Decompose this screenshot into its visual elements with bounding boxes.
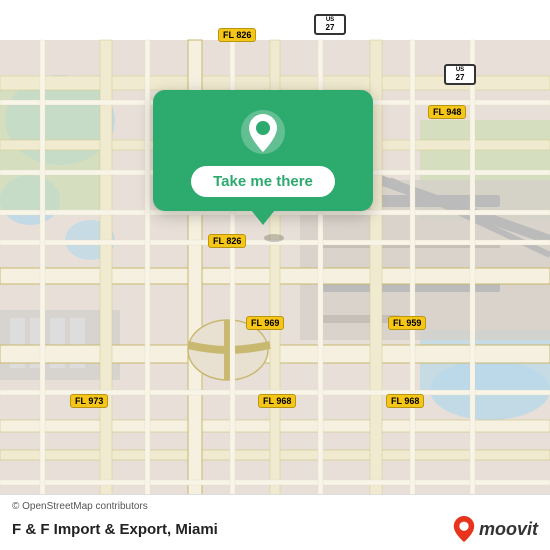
moovit-pin-icon xyxy=(453,516,475,542)
road-badge-fl948: FL 948 xyxy=(428,105,466,119)
location-pin-icon xyxy=(239,108,287,156)
road-badge-fl968-left: FL 968 xyxy=(258,394,296,408)
road-badge-fl968-right: FL 968 xyxy=(386,394,424,408)
road-badge-fl826-top: FL 826 xyxy=(218,28,256,42)
attribution-text: © OpenStreetMap contributors xyxy=(12,501,538,512)
road-badge-fl959: FL 959 xyxy=(388,316,426,330)
road-badge-us27-right: US27 xyxy=(444,64,476,85)
road-badge-fl826-mid: FL 826 xyxy=(208,234,246,248)
moovit-logo: moovit xyxy=(453,516,538,542)
popup-card: Take me there xyxy=(153,90,373,211)
bottom-bar: © OpenStreetMap contributors F & F Impor… xyxy=(0,494,550,550)
place-name: F & F Import & Export, Miami xyxy=(12,521,218,538)
road-badge-fl969: FL 969 xyxy=(246,316,284,330)
road-badge-fl973: FL 973 xyxy=(70,394,108,408)
map-container: FL 826 US27 US27 FL 948 FL 826 FL 969 FL… xyxy=(0,0,550,550)
road-badge-us27-top: US27 xyxy=(314,14,346,35)
moovit-text: moovit xyxy=(479,519,538,540)
take-me-there-button[interactable]: Take me there xyxy=(191,166,335,197)
